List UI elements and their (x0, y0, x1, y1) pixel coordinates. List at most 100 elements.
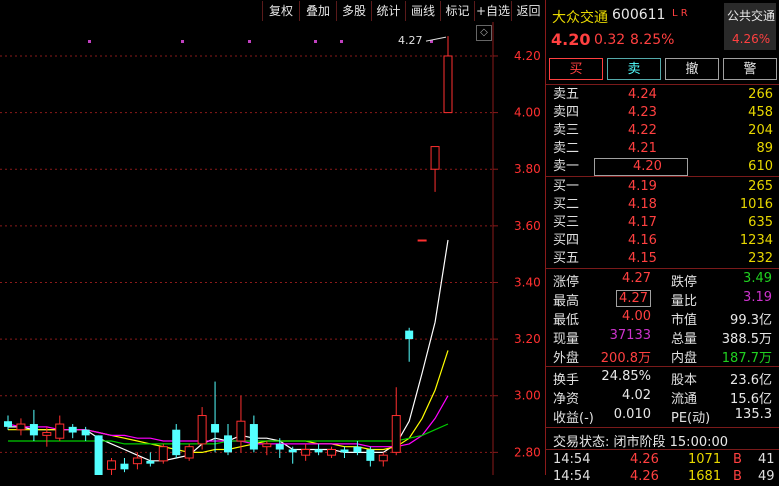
sector-pct: 4.26% (732, 32, 771, 46)
bid-row-1[interactable]: 买一 4.19 265 (546, 178, 779, 196)
ask-row-3-label: 卖三 (553, 123, 580, 138)
draw-line-button[interactable]: 画线 (405, 1, 440, 21)
tick-volume: 1071 (688, 452, 722, 467)
ask-row-4-label: 卖四 (553, 105, 580, 120)
tick-side: B (733, 452, 742, 467)
sell-button[interactable]: 卖 (607, 58, 661, 80)
overlay-button[interactable]: 叠加 (299, 1, 336, 21)
high-arrow (425, 36, 447, 42)
tick-price: 4.26 (630, 452, 659, 467)
bid-row-3-price: 4.17 (628, 215, 657, 230)
candle-body (249, 424, 258, 450)
quote-panel: 大众交通 600611 L R 公共交通 4.26% 4.20 0.32 8.2… (545, 0, 779, 484)
bid-row-2[interactable]: 买二 4.18 1016 (546, 196, 779, 214)
limit-up-value: 4.27 (622, 271, 651, 286)
total-volume-value: 388.5万 (721, 332, 772, 347)
buy-button[interactable]: 买 (549, 58, 603, 80)
bid-row-4-price: 4.16 (628, 233, 657, 248)
fuquan-button[interactable]: 复权 (262, 1, 299, 21)
ask-row-2-label: 卖二 (553, 141, 580, 156)
candle-body (55, 423, 65, 439)
market-cap-label: 市值 (671, 313, 698, 328)
trade-status: 交易状态: 闭市阶段 15:00:00 (553, 435, 729, 450)
candle-body (224, 435, 232, 453)
y-tick-label: 3.20 (514, 332, 541, 346)
low-label: 最低 (553, 313, 580, 328)
candle-body (378, 454, 388, 462)
diamond-icon[interactable]: ◇ (476, 25, 492, 41)
ask-row-3-price: 4.22 (628, 123, 657, 138)
bid-row-2-volume: 1016 (739, 197, 773, 212)
tick-row[interactable]: 14:54 4.26 1681 B 49 (546, 469, 779, 486)
bid-row-3-volume: 635 (748, 215, 773, 230)
candle-body (236, 420, 246, 442)
float-capital-label: 流通 (671, 392, 698, 407)
alert-button[interactable]: 警 (723, 58, 777, 80)
turnover-value: 24.85% (601, 369, 651, 384)
event-marker (181, 40, 184, 43)
market-cap-value: 99.3亿 (730, 313, 772, 328)
ask-row-1-label: 卖一 (553, 159, 580, 174)
kline-chart[interactable]: 4.20 4.00 3.80 3.60 3.40 3.20 3.00 2.80 4.27 ◇ (0, 22, 545, 475)
candle-body (42, 432, 52, 436)
candle-body (4, 421, 12, 427)
bid-row-2-price: 4.18 (628, 197, 657, 212)
ask-row-3[interactable]: 卖三 4.22 204 (546, 122, 779, 140)
candle-body (172, 429, 181, 456)
y-tick-label: 4.20 (514, 49, 541, 63)
y-tick-label: 2.80 (514, 445, 541, 459)
event-marker (248, 40, 251, 43)
candle-body (301, 449, 311, 456)
bid-row-2-label: 买二 (553, 197, 580, 212)
candle-body (340, 449, 349, 453)
total-volume-label: 总量 (671, 332, 698, 347)
price-change: 0.32 (594, 32, 626, 48)
multi-stock-button[interactable]: 多股 (336, 1, 371, 21)
cancel-order-button[interactable]: 撤 (665, 58, 719, 80)
tick-row[interactable]: 14:54 4.26 1071 B 41 (546, 452, 779, 469)
tick-time: 14:54 (553, 469, 591, 484)
kline-svg[interactable]: 4.20 4.00 3.80 3.60 3.40 3.20 3.00 2.80 4.27 (0, 22, 545, 475)
candle-body (443, 55, 453, 114)
ask-row-5-volume: 266 (748, 87, 773, 102)
bid-row-1-price: 4.19 (628, 179, 657, 194)
volume-ratio-label: 量比 (671, 294, 698, 309)
ask-row-1-price: 4.20 (594, 158, 688, 176)
tick-volume: 1681 (688, 469, 722, 484)
candle-body (314, 449, 323, 453)
ask-row-2[interactable]: 卖二 4.21 89 (546, 140, 779, 158)
y-tick-label: 3.80 (514, 162, 541, 176)
bid-row-3[interactable]: 买三 4.17 635 (546, 214, 779, 232)
candle-body (94, 435, 103, 475)
limit-up-label: 涨停 (553, 275, 580, 290)
candle-body (262, 443, 272, 448)
current-volume-label: 现量 (553, 332, 580, 347)
bid-row-5-price: 4.15 (628, 251, 657, 266)
ask-row-5-price: 4.24 (628, 87, 657, 102)
add-watchlist-button[interactable]: +自选 (474, 1, 511, 21)
stock-code: 600611 (612, 7, 666, 23)
tick-count: 41 (758, 452, 775, 467)
ask-row-5[interactable]: 卖五 4.24 266 (546, 86, 779, 104)
divider (546, 449, 779, 450)
divider (546, 427, 779, 428)
candle-body (430, 146, 440, 170)
bid-row-4-volume: 1234 (739, 233, 773, 248)
ask-row-4[interactable]: 卖四 4.23 458 (546, 104, 779, 122)
stock-name: 大众交通 (552, 10, 608, 26)
mark-button[interactable]: 标记 (440, 1, 474, 21)
candle-body (16, 423, 26, 431)
stock-flags: L R (672, 8, 688, 19)
bid-row-4[interactable]: 买四 4.16 1234 (546, 232, 779, 250)
inner-volume-label: 内盘 (671, 351, 698, 366)
bid-row-5[interactable]: 买五 4.15 232 (546, 250, 779, 268)
ask-row-1[interactable]: 卖一 4.20 610 (546, 158, 779, 176)
candle-body (29, 424, 38, 436)
event-marker (88, 40, 91, 43)
sector-badge[interactable]: 公共交通 4.26% (724, 3, 776, 50)
outer-volume-label: 外盘 (553, 351, 580, 366)
pe-ratio-label: PE(动) (671, 411, 711, 426)
statistics-button[interactable]: 统计 (371, 1, 405, 21)
price-change-pct: 8.25% (630, 32, 675, 48)
back-button[interactable]: 返回 (511, 1, 545, 21)
